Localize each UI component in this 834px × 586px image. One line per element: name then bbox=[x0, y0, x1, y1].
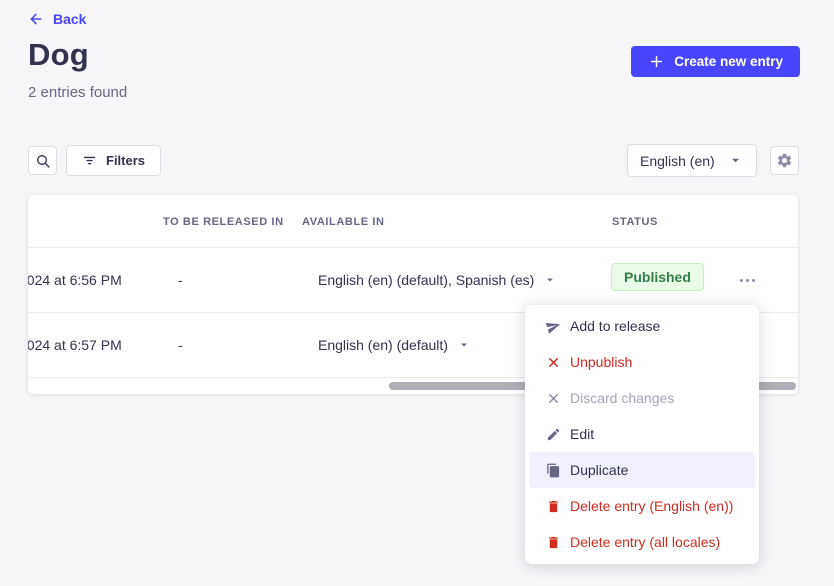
menu-item-unpublish[interactable]: Unpublish bbox=[529, 344, 755, 380]
available-in-value: English (en) (default), Spanish (es) bbox=[318, 272, 534, 288]
available-in-cell: English (en) (default), Spanish (es) bbox=[318, 272, 557, 288]
chevron-down-icon bbox=[727, 152, 744, 169]
gear-icon bbox=[776, 152, 793, 169]
close-icon bbox=[545, 355, 561, 370]
column-header-available-in[interactable]: AVAILABLE IN bbox=[302, 216, 385, 228]
column-header-to-be-released-in[interactable]: TO BE RELEASED IN bbox=[163, 216, 284, 228]
menu-item-delete-entry-locale[interactable]: Delete entry (English (en)) bbox=[529, 488, 755, 524]
updated-cell: 2024 at 6:57 PM bbox=[28, 337, 122, 353]
row-actions-menu: Add to release Unpublish Discard changes… bbox=[525, 305, 759, 564]
locale-select[interactable]: English (en) bbox=[627, 144, 757, 177]
to-be-released-in-cell: - bbox=[178, 272, 183, 288]
search-button[interactable] bbox=[28, 146, 57, 175]
menu-item-edit[interactable]: Edit bbox=[529, 416, 755, 452]
trash-icon bbox=[545, 499, 561, 514]
menu-item-duplicate[interactable]: Duplicate bbox=[529, 452, 755, 488]
chevron-down-icon[interactable] bbox=[543, 273, 557, 287]
available-in-cell: English (en) (default) bbox=[318, 337, 471, 353]
pencil-icon bbox=[545, 427, 561, 442]
updated-cell: 2024 at 6:56 PM bbox=[28, 272, 122, 288]
content-manager-page: Back Dog 2 entries found Create new entr… bbox=[0, 0, 834, 586]
more-actions-button[interactable] bbox=[731, 270, 763, 290]
copy-icon bbox=[545, 463, 561, 478]
to-be-released-in-cell: - bbox=[178, 337, 183, 353]
locale-select-value: English (en) bbox=[640, 153, 715, 169]
filter-icon bbox=[82, 153, 97, 168]
entries-count: 2 entries found bbox=[28, 84, 127, 101]
create-new-entry-button[interactable]: Create new entry bbox=[631, 46, 800, 77]
page-title: Dog bbox=[28, 37, 89, 73]
send-icon bbox=[543, 316, 563, 335]
view-settings-button[interactable] bbox=[770, 146, 799, 175]
more-horizontal-icon bbox=[740, 279, 743, 282]
menu-item-delete-entry-all-locales[interactable]: Delete entry (all locales) bbox=[529, 524, 755, 560]
filters-label: Filters bbox=[106, 153, 145, 168]
arrow-left-icon bbox=[28, 11, 44, 27]
table-header-row: TO BE RELEASED IN AVAILABLE IN STATUS bbox=[28, 195, 798, 248]
back-link[interactable]: Back bbox=[28, 11, 86, 27]
chevron-down-icon[interactable] bbox=[457, 338, 471, 352]
back-label: Back bbox=[53, 11, 86, 27]
table-row[interactable]: 2024 at 6:56 PM - English (en) (default)… bbox=[28, 248, 798, 313]
search-icon bbox=[35, 153, 51, 169]
plus-icon bbox=[648, 53, 665, 70]
menu-item-discard-changes: Discard changes bbox=[529, 380, 755, 416]
create-new-entry-label: Create new entry bbox=[674, 54, 783, 69]
available-in-value: English (en) (default) bbox=[318, 337, 448, 353]
filters-button[interactable]: Filters bbox=[66, 145, 161, 176]
close-icon bbox=[545, 391, 561, 406]
menu-item-add-to-release[interactable]: Add to release bbox=[529, 308, 755, 344]
trash-icon bbox=[545, 535, 561, 550]
column-header-status[interactable]: STATUS bbox=[612, 216, 658, 228]
status-badge: Published bbox=[611, 263, 704, 291]
